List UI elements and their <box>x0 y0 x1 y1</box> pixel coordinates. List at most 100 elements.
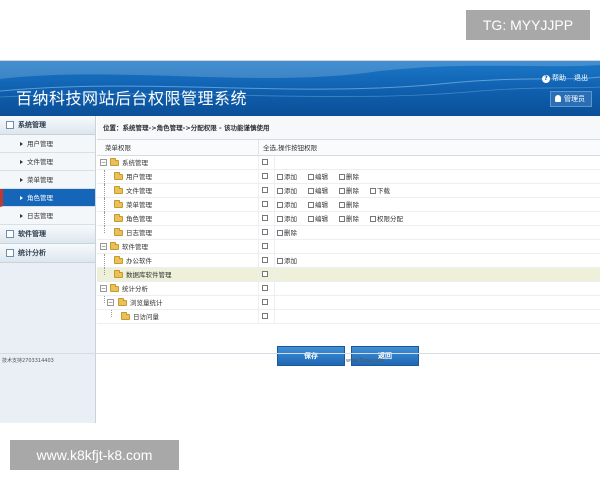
help-link[interactable]: ? 帮助 <box>542 73 566 83</box>
app-header: 百纳科技网站后台权限管理系统 ? 帮助 退出 管理员 <box>0 61 600 116</box>
tree-node-label: 用户管理 <box>126 173 152 181</box>
select-all-cell <box>259 240 275 253</box>
collapse-icon[interactable]: − <box>107 299 114 306</box>
tree-line <box>104 170 105 184</box>
sidebar-item-files[interactable]: 文件管理 <box>0 153 95 171</box>
select-all-cell <box>259 282 275 295</box>
folder-icon <box>114 172 123 180</box>
tree-cell: 日志管理 <box>97 226 259 239</box>
tree-node-label: 数据库软件管理 <box>126 271 172 279</box>
select-all-checkbox[interactable] <box>262 159 268 165</box>
perm-add[interactable]: 添加 <box>277 254 308 267</box>
perm-assign[interactable]: 权限分配 <box>370 212 410 225</box>
perm-edit[interactable]: 编辑 <box>308 184 339 197</box>
perm-label: 添加 <box>284 173 297 181</box>
tree-node-label: 办公软件 <box>126 257 152 265</box>
perm-checkbox[interactable] <box>339 202 345 208</box>
perm-delete[interactable]: 删除 <box>339 212 370 225</box>
collapse-icon[interactable]: − <box>100 285 107 292</box>
sidebar-section-software[interactable]: 软件管理 <box>0 225 95 244</box>
sidebar-section-stats[interactable]: 统计分析 <box>0 244 95 263</box>
perm-checkbox[interactable] <box>277 216 283 222</box>
select-all-checkbox[interactable] <box>262 229 268 235</box>
perm-checkbox[interactable] <box>370 216 376 222</box>
tree-line <box>104 254 105 268</box>
tree-line <box>104 198 105 212</box>
sidebar-item-roles[interactable]: 角色管理 <box>0 189 95 207</box>
select-all-cell <box>259 170 275 183</box>
select-all-cell <box>259 254 275 267</box>
perm-checkbox[interactable] <box>308 188 314 194</box>
perm-cell: 添加 编辑 删除 <box>275 170 600 183</box>
tree-node-label: 统计分析 <box>122 285 148 293</box>
folder-icon <box>114 200 123 208</box>
perm-cell <box>275 282 600 295</box>
sidebar-item-logs[interactable]: 日志管理 <box>0 207 95 225</box>
perm-checkbox[interactable] <box>308 216 314 222</box>
sidebar-item-menus[interactable]: 菜单管理 <box>0 171 95 189</box>
perm-checkbox[interactable] <box>277 202 283 208</box>
perm-delete[interactable]: 删除 <box>339 170 370 183</box>
tree-node-label: 软件管理 <box>122 243 148 251</box>
perm-checkbox[interactable] <box>370 188 376 194</box>
select-all-checkbox[interactable] <box>262 201 268 207</box>
tree-cell: − 统计分析 <box>97 282 259 295</box>
section-icon <box>6 121 14 129</box>
perm-label: 编辑 <box>315 215 328 223</box>
select-all-checkbox[interactable] <box>262 313 268 319</box>
select-all-checkbox[interactable] <box>262 271 268 277</box>
perm-edit[interactable]: 编辑 <box>308 212 339 225</box>
select-all-checkbox[interactable] <box>262 215 268 221</box>
perm-checkbox[interactable] <box>339 216 345 222</box>
perm-checkbox[interactable] <box>308 202 314 208</box>
folder-icon <box>110 242 119 250</box>
table-row: 用户管理 添加 编辑 删除 <box>97 170 600 184</box>
select-all-checkbox[interactable] <box>262 299 268 305</box>
collapse-icon[interactable]: − <box>100 159 107 166</box>
perm-label: 删除 <box>284 229 297 237</box>
folder-icon <box>118 298 127 306</box>
select-all-checkbox[interactable] <box>262 187 268 193</box>
collapse-icon[interactable]: − <box>100 243 107 250</box>
perm-delete[interactable]: 删除 <box>277 226 308 239</box>
app-title: 百纳科技网站后台权限管理系统 <box>16 89 248 108</box>
user-button[interactable]: 管理员 <box>550 91 592 107</box>
perm-edit[interactable]: 编辑 <box>308 198 339 211</box>
footer-support: 技术支持2703314403 <box>2 358 54 364</box>
perm-label: 添加 <box>284 187 297 195</box>
sidebar-section-system[interactable]: 系统管理 <box>0 116 95 135</box>
perm-label: 添加 <box>284 201 297 209</box>
perm-checkbox[interactable] <box>277 188 283 194</box>
tree-node-label: 日志管理 <box>126 229 152 237</box>
table-row: − 浏览量统计 <box>97 296 600 310</box>
perm-download[interactable]: 下载 <box>370 184 401 197</box>
select-all-cell <box>259 226 275 239</box>
perm-checkbox[interactable] <box>277 258 283 264</box>
table-row: 日志管理 删除 <box>97 226 600 240</box>
perm-add[interactable]: 添加 <box>277 170 308 183</box>
sidebar-section-label: 系统管理 <box>18 120 46 129</box>
tree-line <box>104 296 105 303</box>
select-all-checkbox[interactable] <box>262 285 268 291</box>
perm-add[interactable]: 添加 <box>277 198 308 211</box>
perm-cell: 添加 <box>275 254 600 267</box>
arrow-right-icon <box>20 178 23 182</box>
select-all-checkbox[interactable] <box>262 243 268 249</box>
perm-cell: 添加 编辑 删除 权限分配 <box>275 212 600 225</box>
sidebar-item-users[interactable]: 用户管理 <box>0 135 95 153</box>
select-all-checkbox[interactable] <box>262 173 268 179</box>
perm-checkbox[interactable] <box>277 230 283 236</box>
perm-label: 编辑 <box>315 187 328 195</box>
select-all-checkbox[interactable] <box>262 257 268 263</box>
logout-link[interactable]: 退出 <box>574 73 588 83</box>
perm-checkbox[interactable] <box>308 174 314 180</box>
perm-checkbox[interactable] <box>277 174 283 180</box>
perm-delete[interactable]: 删除 <box>339 184 370 197</box>
perm-edit[interactable]: 编辑 <box>308 170 339 183</box>
perm-delete[interactable]: 删除 <box>339 198 370 211</box>
arrow-right-icon <box>20 196 23 200</box>
perm-checkbox[interactable] <box>339 174 345 180</box>
perm-add[interactable]: 添加 <box>277 184 308 197</box>
perm-checkbox[interactable] <box>339 188 345 194</box>
perm-add[interactable]: 添加 <box>277 212 308 225</box>
